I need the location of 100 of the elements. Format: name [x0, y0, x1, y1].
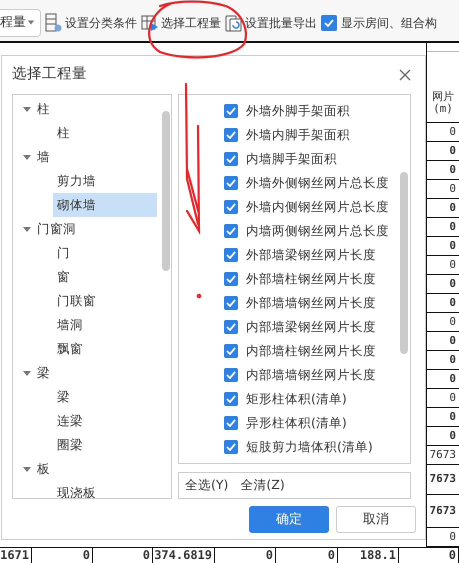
table-cell: 374.6819 — [153, 548, 215, 563]
tree-item[interactable]: 柱 — [37, 100, 50, 118]
tree-item[interactable]: 墙洞 — [53, 313, 157, 337]
checkbox-label[interactable]: 外墙内脚手架面积 — [246, 126, 350, 144]
tree-item[interactable]: 梁 — [53, 385, 157, 409]
scrollbar[interactable] — [400, 172, 408, 354]
table-cell-text: 0 — [449, 352, 456, 368]
table-cell-text: 7673 — [430, 446, 456, 463]
table-cell-text: 0 — [449, 256, 456, 273]
tree-item[interactable]: 砌体墙 — [53, 193, 157, 217]
table-cell-text: 0 — [449, 124, 456, 140]
document-icon — [225, 12, 243, 32]
checkbox[interactable] — [224, 152, 238, 166]
check-icon — [324, 18, 334, 26]
table-cell: 0 — [276, 548, 338, 563]
check-icon — [226, 347, 236, 355]
checkbox-label[interactable]: 外部墙墙钢丝网片长度 — [246, 294, 376, 312]
cancel-button[interactable]: 取消 — [336, 506, 416, 533]
table-cell-text: 7673 — [430, 471, 456, 488]
checkbox-label[interactable]: 外墙外侧钢丝网片总长度 — [246, 174, 389, 192]
tree-item[interactable]: 门 — [53, 241, 157, 265]
checkbox[interactable] — [224, 104, 238, 118]
table-cell-text: 0 — [449, 370, 456, 387]
tree-item[interactable]: 飘窗 — [53, 337, 157, 361]
table-cell-text: 7673 — [430, 502, 456, 519]
scrollbar[interactable] — [162, 111, 170, 271]
checkbox[interactable] — [224, 272, 238, 286]
table-cell-text: 0 — [449, 408, 456, 425]
table-cell-text: 0 — [449, 162, 456, 178]
table-cell: 0 — [215, 548, 276, 563]
tree-item[interactable]: 梁 — [37, 364, 50, 382]
dialog-title: 选择工程量 — [12, 65, 87, 84]
tree-item[interactable]: 圈梁 — [53, 433, 157, 457]
checkbox-label[interactable]: 短肢剪力墙体积(清单) — [246, 438, 373, 456]
caret-icon[interactable] — [23, 370, 31, 376]
check-icon — [226, 155, 236, 163]
checkbox-label[interactable]: 外部墙梁钢丝网片长度 — [246, 246, 376, 264]
checkbox-label[interactable]: 内部墙梁钢丝网片长度 — [246, 318, 376, 336]
checkbox-label[interactable]: 矩形柱体积(清单) — [246, 390, 347, 408]
checkbox-label[interactable]: 异形柱体积(清单) — [246, 414, 347, 432]
caret-icon[interactable] — [23, 466, 31, 472]
tree-item[interactable]: 连梁 — [53, 409, 157, 433]
check-icon — [226, 299, 236, 307]
caret-icon[interactable] — [23, 226, 31, 232]
toolbar-button[interactable]: 设置分类条件 — [45, 12, 137, 32]
tree-item[interactable]: 墙 — [37, 148, 50, 166]
checkbox-label[interactable]: 外墙外脚手架面积 — [246, 102, 350, 120]
checkbox[interactable] — [224, 296, 238, 310]
checkbox[interactable] — [224, 248, 238, 262]
toolbar-button[interactable]: 设置批量导出 — [225, 12, 317, 32]
caret-icon — [28, 20, 34, 24]
close-icon[interactable] — [399, 69, 411, 81]
tree-item[interactable]: 门联窗 — [53, 289, 157, 313]
table-cell-text: 0 — [449, 528, 456, 545]
link-button[interactable]: 全选(Y) — [185, 476, 228, 495]
ok-button[interactable]: 确定 — [249, 506, 329, 533]
checkbox[interactable] — [224, 392, 238, 406]
table-cell-text: 0 — [449, 276, 456, 292]
checkbox-label[interactable]: 外墙内侧钢丝网片总长度 — [246, 198, 389, 216]
checkbox-label[interactable]: 内部墙墙钢丝网片长度 — [246, 366, 376, 384]
checkbox[interactable] — [224, 416, 238, 430]
tree-item[interactable]: 板 — [37, 460, 50, 478]
list-icon — [45, 12, 63, 32]
checkbox[interactable] — [224, 200, 238, 214]
checkbox[interactable] — [224, 128, 238, 142]
checkbox[interactable] — [224, 344, 238, 358]
toolbar-button[interactable]: 选择工程量 — [141, 12, 221, 32]
checkbox[interactable] — [224, 440, 238, 454]
caret-icon[interactable] — [23, 154, 31, 160]
column-header: 网片 — [432, 90, 454, 104]
tree-item[interactable]: 门窗洞 — [37, 220, 76, 238]
tree-item[interactable]: 窗 — [53, 265, 157, 289]
checkbox[interactable] — [224, 368, 238, 382]
check-icon — [226, 203, 236, 211]
dropdown[interactable]: 程量 — [0, 8, 41, 36]
table-cell-text: 0 — [449, 390, 456, 406]
table-cell-text: 0 — [449, 294, 456, 311]
caret-icon[interactable] — [23, 106, 31, 112]
table-cell: 0 — [93, 548, 153, 563]
table-cell: 1671 — [0, 548, 32, 563]
checkbox-label[interactable]: 内墙两侧钢丝网片总长度 — [246, 222, 389, 240]
link-button[interactable]: 全清(Z) — [240, 476, 285, 495]
check-icon — [226, 107, 236, 115]
tree-item[interactable]: 现浇板 — [53, 481, 157, 498]
pen-dot — [196, 294, 202, 298]
checkbox[interactable] — [321, 14, 337, 30]
table-cell-text: 0 — [449, 142, 456, 159]
checkbox[interactable] — [224, 176, 238, 190]
checkbox[interactable] — [224, 224, 238, 238]
checkbox-label[interactable]: 显示房间、组合构 — [341, 14, 437, 32]
tree-item[interactable]: 柱 — [53, 121, 157, 145]
checkbox-label[interactable]: 内墙脚手架面积 — [246, 150, 337, 168]
checkbox-label[interactable]: 外部墙柱钢丝网片长度 — [246, 270, 376, 288]
tree-item[interactable]: 剪力墙 — [53, 169, 157, 193]
check-icon — [226, 179, 236, 187]
column-header: (m) — [433, 103, 453, 116]
check-icon — [226, 323, 236, 331]
checkbox[interactable] — [224, 320, 238, 334]
check-icon — [226, 443, 236, 451]
checkbox-label[interactable]: 内部墙柱钢丝网片长度 — [246, 342, 376, 360]
